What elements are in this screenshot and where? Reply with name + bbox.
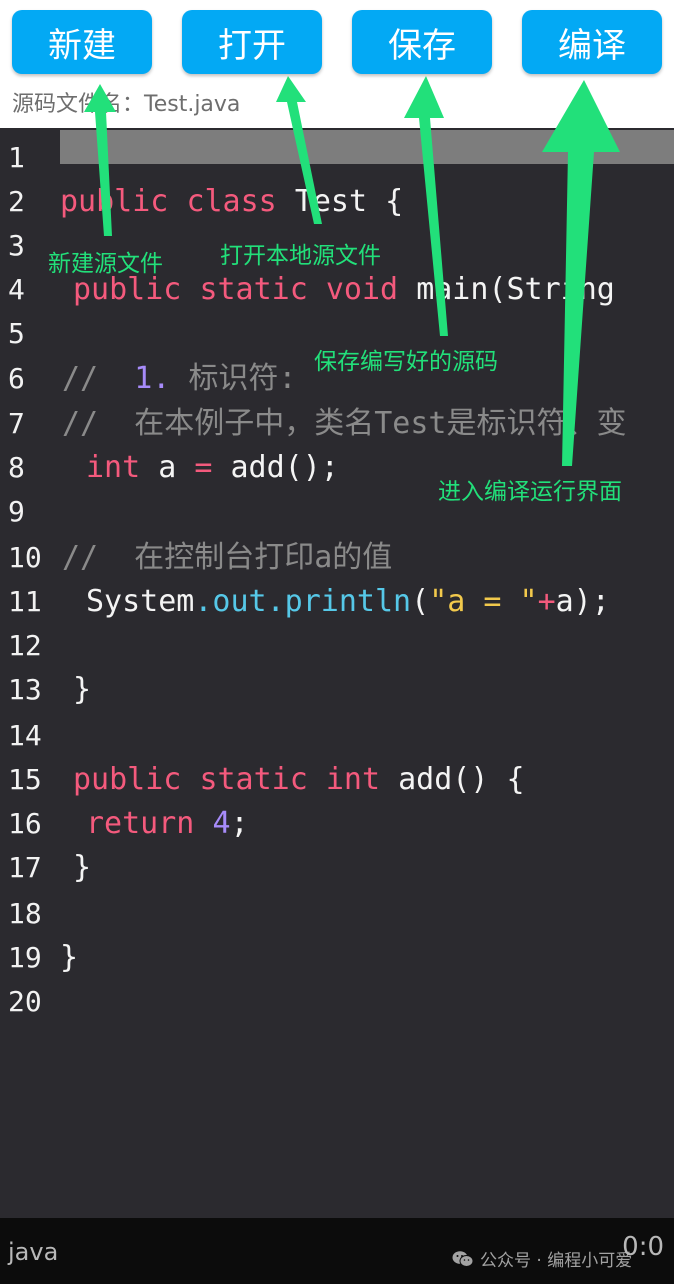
code-text: System.out.println("a = "+a);: [86, 580, 610, 624]
number-literal: 4: [212, 806, 231, 841]
closing-brace: }: [60, 940, 79, 975]
line-number: 4: [8, 273, 25, 306]
comment-marker: //: [62, 361, 99, 396]
method-call: add();: [230, 450, 339, 485]
comment-text: // 在本例子中，类名Test是标识符、变: [62, 406, 627, 441]
code-line: 1: [0, 136, 674, 180]
line-number: 5: [8, 317, 25, 350]
watermark-text: 公众号 · 编程小可爱: [480, 1251, 633, 1271]
keyword-public: public: [73, 762, 182, 797]
method-println: .out.println: [194, 584, 412, 619]
watermark: 公众号 · 编程小可爱: [452, 1246, 632, 1271]
keyword-public: public: [60, 184, 169, 219]
line-number: 17: [8, 851, 42, 884]
line-number: 19: [8, 941, 42, 974]
line-number: 7: [8, 407, 25, 440]
line-number: 16: [8, 807, 42, 840]
source-filename-label: 源码文件名：Test.java: [12, 92, 241, 117]
line-number: 15: [8, 763, 42, 796]
line-number: 10: [8, 541, 42, 574]
closing-brace: }: [73, 850, 92, 885]
class-name: Test {: [294, 184, 404, 219]
status-bar: java 公众号 · 编程小可爱 0:0: [0, 1218, 674, 1284]
code-line: 18: [0, 892, 674, 936]
class-system: System: [86, 584, 195, 619]
comment-text: // 在控制台打印a的值: [62, 540, 393, 575]
variable-a: a: [158, 450, 177, 485]
code-line: 20: [0, 980, 674, 1024]
language-label: java: [8, 1238, 59, 1266]
method-signature: add() {: [398, 762, 525, 797]
closing-brace: }: [73, 672, 92, 707]
code-text: public class Test {: [60, 180, 403, 224]
code-line: 2 public class Test {: [0, 180, 674, 224]
line-number: 2: [8, 185, 25, 218]
line-number: 12: [8, 629, 42, 662]
code-line: 19 }: [0, 936, 674, 980]
code-line: 17 }: [0, 846, 674, 890]
code-line: 10 // 在控制台打印a的值: [0, 536, 674, 580]
semicolon: ;: [230, 806, 249, 841]
code-text: public static int add() {: [73, 758, 525, 802]
toolbar: 新建 打开 保存 编译: [0, 0, 674, 84]
operator-plus: +: [537, 584, 556, 619]
operator-equals: =: [194, 450, 213, 485]
annotation-compile: 进入编译运行界面: [438, 479, 622, 505]
method-signature: main(String: [416, 272, 615, 307]
wechat-icon: [452, 1250, 474, 1267]
annotation-save: 保存编写好的源码: [314, 349, 498, 375]
save-button[interactable]: 保存: [352, 10, 492, 74]
keyword-static: static: [199, 272, 308, 307]
comment-text: 标识符:: [188, 361, 297, 396]
code-editor[interactable]: 1 2 public class Test { 3 4 public stati…: [0, 128, 674, 1218]
paren: (: [411, 584, 430, 619]
new-button[interactable]: 新建: [12, 10, 152, 74]
keyword-void: void: [325, 272, 399, 307]
line-number: 8: [8, 451, 25, 484]
keyword-int: int: [325, 762, 381, 797]
line-number: 9: [8, 495, 25, 528]
line-number: 18: [8, 897, 42, 930]
comment-number: 1.: [134, 361, 171, 396]
line-number: 13: [8, 673, 42, 706]
string-literal: "a = ": [429, 584, 538, 619]
line-number: 14: [8, 719, 42, 752]
code-line: 15 public static int add() {: [0, 758, 674, 802]
line-number: 3: [8, 229, 25, 262]
keyword-static: static: [199, 762, 308, 797]
line-number: 6: [8, 362, 25, 395]
keyword-class: class: [186, 184, 277, 219]
code-text: return 4;: [86, 802, 249, 846]
code-line: 12: [0, 624, 674, 668]
line-number: 20: [8, 985, 42, 1018]
compile-button[interactable]: 编译: [522, 10, 662, 74]
code-line: 13 }: [0, 668, 674, 712]
code-text: int a = add();: [86, 446, 339, 490]
annotation-open: 打开本地源文件: [220, 243, 381, 269]
code-line: 11 System.out.println("a = "+a);: [0, 580, 674, 624]
line-number: 1: [8, 141, 25, 174]
code-line: 16 return 4;: [0, 802, 674, 846]
cursor-position: 0:0: [622, 1232, 664, 1262]
code-line: 14: [0, 714, 674, 758]
line-number: 11: [8, 585, 42, 618]
keyword-return: return: [86, 806, 195, 841]
code-text: // 1. 标识符:: [62, 357, 297, 401]
annotation-new: 新建源文件: [48, 251, 163, 277]
code-line: 7 // 在本例子中，类名Test是标识符、变: [0, 402, 674, 446]
open-button[interactable]: 打开: [182, 10, 322, 74]
keyword-int: int: [86, 450, 141, 485]
call-args: a);: [555, 584, 610, 619]
